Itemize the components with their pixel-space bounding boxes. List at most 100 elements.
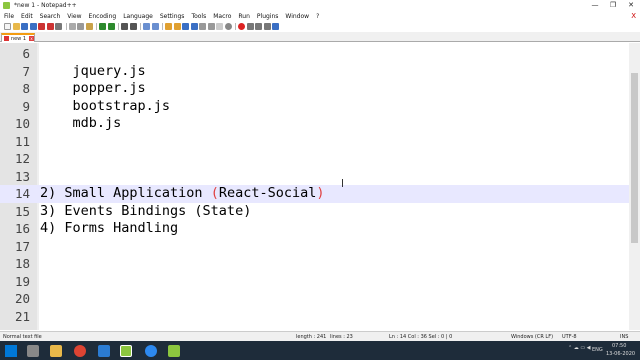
vertical-scrollbar[interactable] xyxy=(629,43,640,330)
unsaved-file-icon xyxy=(4,36,9,41)
toolbar-separator xyxy=(118,22,119,30)
doc-map-icon[interactable] xyxy=(199,22,206,30)
record-macro-icon[interactable] xyxy=(238,22,245,30)
status-encoding: UTF-8 xyxy=(562,334,577,340)
line-number: 10 xyxy=(14,116,30,131)
editor-line: 15 3) Events Bindings (State) xyxy=(0,203,629,221)
menu-window[interactable]: Window xyxy=(281,13,312,20)
close-all-icon[interactable] xyxy=(46,22,54,30)
editor-line: 20 xyxy=(0,290,629,308)
maximize-button[interactable]: ❐ xyxy=(604,0,622,11)
line-number: 19 xyxy=(14,273,30,289)
undo-icon[interactable] xyxy=(99,22,106,30)
cut-icon[interactable] xyxy=(68,22,76,30)
status-position: Ln : 14 Col : 36 Sel : 0 | 0 xyxy=(389,334,453,340)
editor-line: 8 popper.js xyxy=(0,80,629,98)
menu-tools[interactable]: Tools xyxy=(187,13,209,20)
line-text: mdb.js xyxy=(40,115,122,131)
tray-icons[interactable]: ⌃ ☁ ▭ ◀ xyxy=(568,345,591,351)
stop-macro-icon[interactable] xyxy=(246,22,254,30)
menu-macro[interactable]: Macro xyxy=(209,13,234,20)
paste-icon[interactable] xyxy=(85,22,93,30)
editor-line: 18 xyxy=(0,255,629,273)
chrome-icon[interactable] xyxy=(74,345,86,357)
task-view-icon[interactable] xyxy=(27,345,39,357)
menu-search[interactable]: Search xyxy=(36,13,64,20)
mouse-ibeam-cursor xyxy=(342,179,343,187)
zoom-app-icon[interactable] xyxy=(145,345,157,357)
close-icon[interactable] xyxy=(38,22,45,30)
replace-icon[interactable] xyxy=(129,22,137,30)
window-title: *new 1 - Notepad++ xyxy=(14,2,77,9)
menu-help[interactable]: ? xyxy=(312,13,322,20)
windows-taskbar: ⌃ ☁ ▭ ◀ ENG 07:50 13-06-2020 xyxy=(0,341,640,360)
menu-run[interactable]: Run xyxy=(234,13,253,20)
status-eol: Windows (CR LF) xyxy=(511,334,554,340)
editor-line: 10 mdb.js xyxy=(0,115,629,133)
notepadpp-taskbar-icon[interactable] xyxy=(120,345,132,357)
notepadpp-window: *new 1 - Notepad++ — ❐ ✕ File Edit Searc… xyxy=(0,0,640,360)
window-controls: — ❐ ✕ xyxy=(586,0,640,11)
language-indicator[interactable]: ENG xyxy=(592,347,603,353)
status-length: length : 241 xyxy=(296,334,327,340)
start-menu-icon[interactable] xyxy=(5,345,17,357)
toolbar-separator xyxy=(140,22,141,30)
new-file-icon[interactable] xyxy=(4,22,11,30)
redo-icon[interactable] xyxy=(107,22,115,30)
menu-plugins[interactable]: Plugins xyxy=(253,13,282,20)
word-icon[interactable] xyxy=(98,345,110,357)
brace-highlight-open: ( xyxy=(210,185,219,201)
find-icon[interactable] xyxy=(121,22,128,30)
menu-edit[interactable]: Edit xyxy=(17,13,36,20)
open-file-icon[interactable] xyxy=(12,22,20,30)
word-wrap-icon[interactable] xyxy=(173,22,181,30)
status-bar: Normal text file length : 241 lines : 23… xyxy=(0,331,640,341)
sync-scroll-icon[interactable] xyxy=(165,22,172,30)
line-number: 9 xyxy=(22,98,30,114)
menu-encoding[interactable]: Encoding xyxy=(85,13,120,20)
save-all-icon[interactable] xyxy=(29,22,37,30)
title-bar: *new 1 - Notepad++ — ❐ ✕ xyxy=(0,0,640,11)
editor-line: 19 xyxy=(0,273,629,291)
status-file-type: Normal text file xyxy=(3,334,42,340)
menu-file[interactable]: File xyxy=(0,13,17,20)
line-number: 14 xyxy=(14,186,30,201)
indent-guide-icon[interactable] xyxy=(190,22,198,30)
tab-new-1[interactable]: new 1 x xyxy=(1,33,35,42)
line-text: jquery.js xyxy=(40,62,146,79)
clock-date[interactable]: 13-06-2020 xyxy=(606,351,635,357)
close-document-button[interactable]: X xyxy=(631,11,636,21)
tab-close-button[interactable]: x xyxy=(29,36,34,41)
tab-label: new 1 xyxy=(10,35,27,42)
editor-line: 13 xyxy=(0,168,629,186)
menu-language[interactable]: Language xyxy=(119,13,156,20)
notepadpp-second-icon[interactable] xyxy=(168,345,180,357)
line-text: 3) Events Bindings (State) xyxy=(40,202,252,219)
editor-line: 17 xyxy=(0,238,629,256)
menu-view[interactable]: View xyxy=(63,13,84,20)
zoom-out-icon[interactable] xyxy=(151,22,159,30)
play-macro-icon[interactable] xyxy=(255,22,262,30)
clock-time[interactable]: 07:50 xyxy=(612,343,626,349)
function-list-icon[interactable] xyxy=(207,22,215,30)
show-all-chars-icon[interactable] xyxy=(182,22,189,30)
line-number: 17 xyxy=(14,238,30,254)
save-icon[interactable] xyxy=(21,22,28,30)
save-macro-icon[interactable] xyxy=(272,22,279,30)
file-explorer-icon[interactable] xyxy=(50,345,62,357)
copy-icon[interactable] xyxy=(77,22,84,30)
tab-bar: new 1 x xyxy=(0,32,640,42)
folder-workspace-icon[interactable] xyxy=(216,22,223,30)
toolbar-separator xyxy=(235,22,236,30)
scrollbar-thumb[interactable] xyxy=(631,73,638,243)
editor-area[interactable]: 6 7 jquery.js 8 popper.js 9 bootstrap.js… xyxy=(0,43,629,330)
minimize-button[interactable]: — xyxy=(586,0,604,11)
editor-line: 6 xyxy=(0,45,629,63)
line-text-part: React-Social xyxy=(218,185,317,201)
run-macro-multiple-icon[interactable] xyxy=(263,22,271,30)
monitoring-icon[interactable] xyxy=(224,22,232,30)
zoom-in-icon[interactable] xyxy=(143,22,150,30)
close-button[interactable]: ✕ xyxy=(622,0,640,11)
print-icon[interactable] xyxy=(55,22,62,30)
menu-settings[interactable]: Settings xyxy=(156,13,188,20)
